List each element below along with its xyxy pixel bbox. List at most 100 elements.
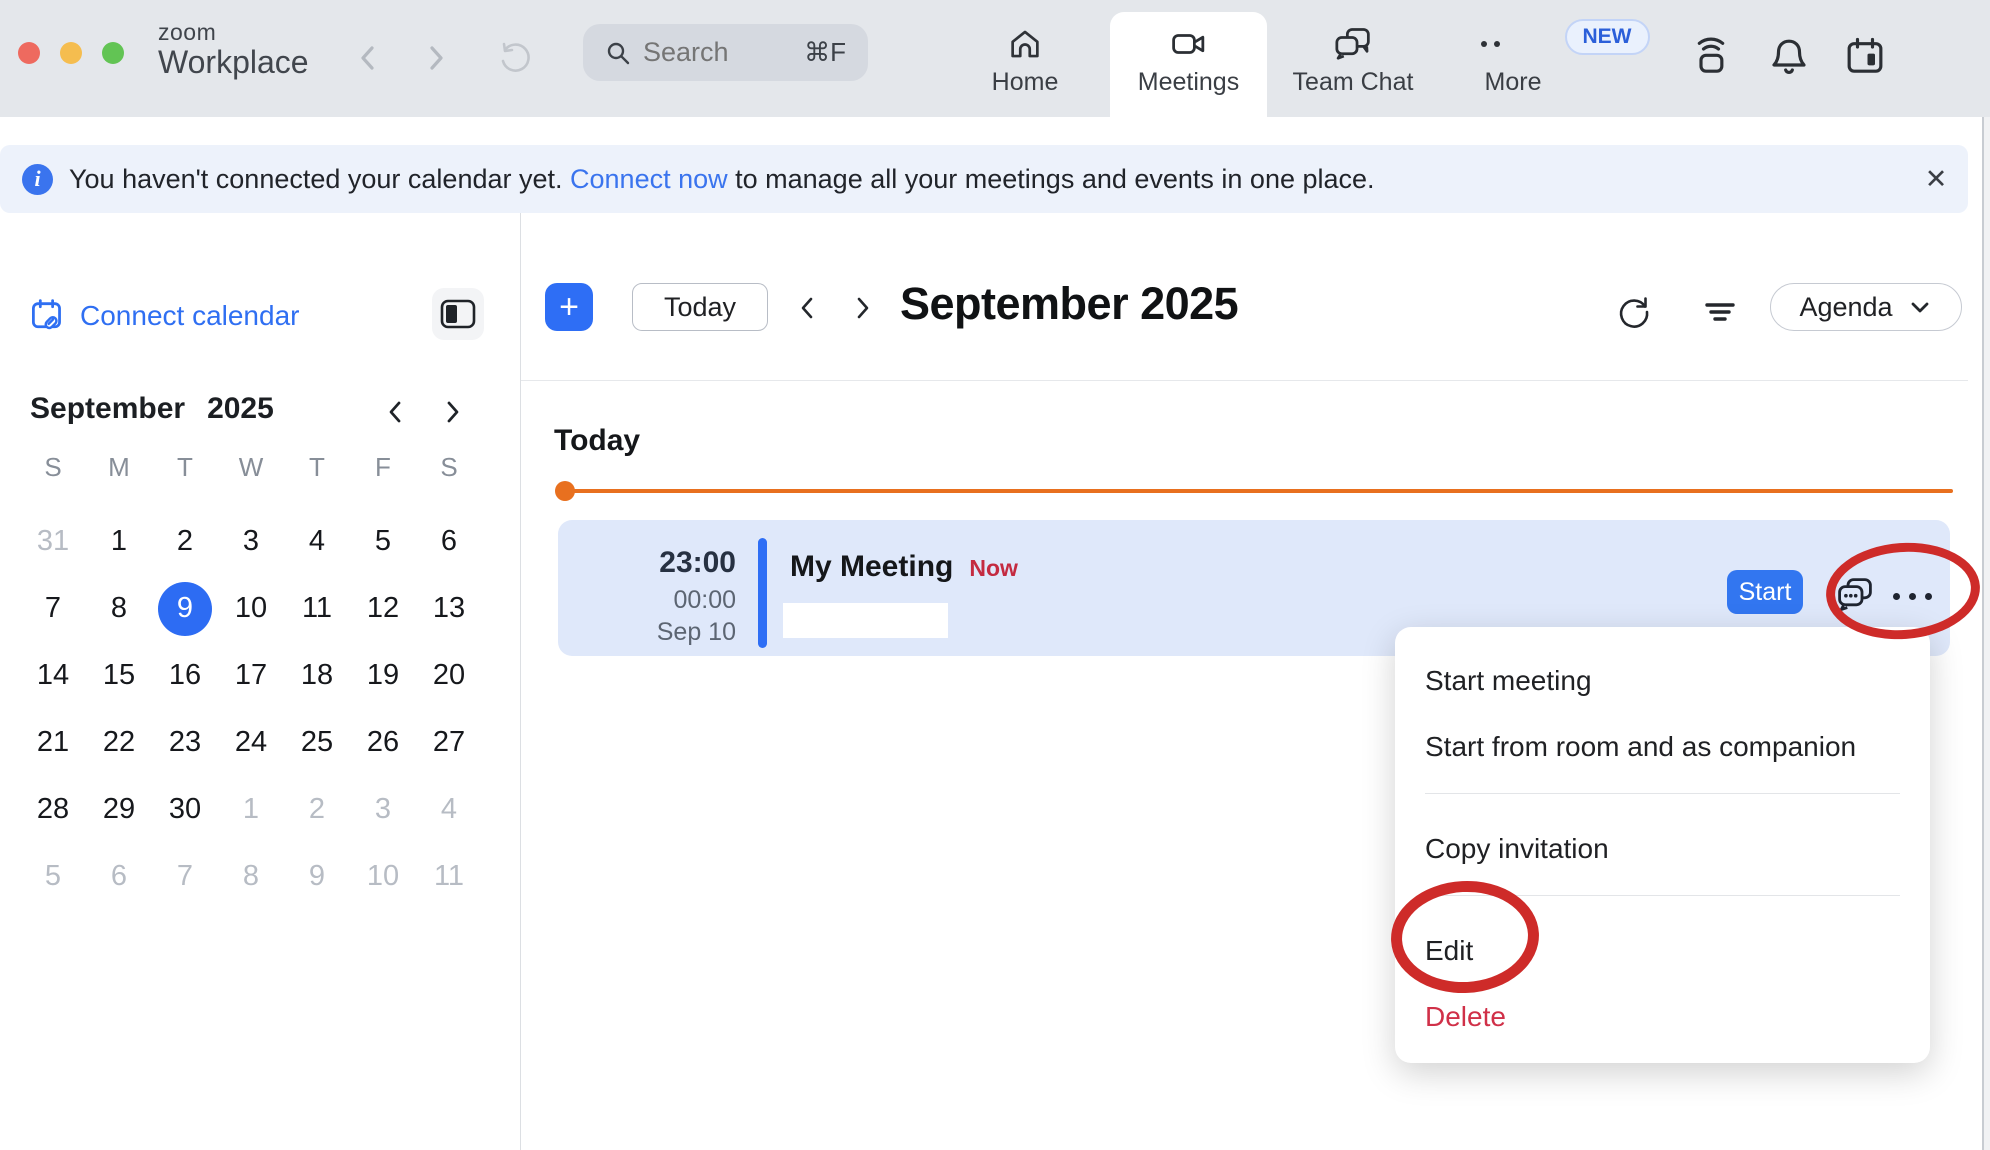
calendar-day[interactable]: 17	[218, 642, 284, 709]
search-icon	[605, 40, 631, 66]
close-icon: ✕	[1925, 164, 1948, 194]
calendar-day[interactable]: 11	[284, 575, 350, 642]
calendar-day[interactable]: 21	[20, 709, 86, 776]
meeting-end-date: Sep 10	[558, 618, 736, 647]
nav-back-button[interactable]	[350, 38, 386, 78]
chevron-left-icon	[790, 290, 824, 326]
window-minimize-button[interactable]	[60, 42, 82, 64]
next-period-button[interactable]	[846, 288, 886, 328]
today-button[interactable]: Today	[632, 283, 768, 331]
menu-item-copy-invitation[interactable]: Copy invitation	[1395, 827, 1930, 871]
search-input[interactable]	[643, 37, 792, 68]
calendar-day[interactable]: 13	[416, 575, 482, 642]
calendar-day[interactable]: 10	[218, 575, 284, 642]
menu-item-delete[interactable]: Delete	[1395, 995, 1930, 1039]
calendar-day[interactable]: 1	[218, 776, 284, 843]
connect-calendar-banner: i You haven't connected your calendar ye…	[0, 145, 1968, 213]
calendar-day[interactable]: 28	[20, 776, 86, 843]
connect-now-link[interactable]: Connect now	[570, 164, 728, 194]
tab-more[interactable]: NEW More	[1438, 12, 1588, 117]
menu-item-start-meeting[interactable]: Start meeting	[1395, 659, 1930, 703]
tab-team-chat[interactable]: Team Chat	[1278, 12, 1428, 117]
notifications-button[interactable]	[1764, 32, 1814, 82]
calendar-link-icon	[28, 296, 68, 336]
day-header: W	[218, 452, 284, 483]
meeting-color-bar	[758, 538, 767, 648]
mini-calendar-grid: 31 1 2 3 4 5 6 7 8 9 10 11 12 13 14 15 1…	[20, 508, 482, 910]
calendar-day[interactable]: 11	[416, 843, 482, 910]
calendar-day[interactable]: 7	[152, 843, 218, 910]
calendar-day[interactable]: 3	[218, 508, 284, 575]
history-button[interactable]	[492, 36, 536, 80]
calendar-day[interactable]: 5	[350, 508, 416, 575]
mini-calendar-prev-button[interactable]	[380, 394, 420, 430]
connect-calendar-button[interactable]: Connect calendar	[28, 296, 299, 336]
share-to-device-button[interactable]	[1686, 32, 1736, 82]
calendar-day[interactable]: 18	[284, 642, 350, 709]
tab-more-label: More	[1485, 68, 1542, 97]
prev-period-button[interactable]	[790, 288, 830, 328]
calendar-day[interactable]: 30	[152, 776, 218, 843]
nav-forward-button[interactable]	[418, 38, 454, 78]
sidebar-toggle-button[interactable]	[432, 288, 484, 340]
calendar-day[interactable]: 12	[350, 575, 416, 642]
window-close-button[interactable]	[18, 42, 40, 64]
filter-button[interactable]	[1700, 290, 1744, 334]
calendar-day[interactable]: 3	[350, 776, 416, 843]
calendar-day[interactable]: 6	[416, 508, 482, 575]
calendar-day[interactable]: 19	[350, 642, 416, 709]
meeting-more-options-button[interactable]	[1888, 584, 1936, 608]
calendar-day[interactable]: 29	[86, 776, 152, 843]
new-badge: NEW	[1565, 19, 1650, 55]
app-logo: zoom Workplace	[158, 20, 309, 80]
calendar-day[interactable]: 1	[86, 508, 152, 575]
meeting-end-time: 00:00	[558, 586, 736, 615]
meeting-chat-button[interactable]	[1834, 574, 1876, 616]
calendar-day-selected[interactable]: 9	[152, 575, 218, 642]
calendar-day[interactable]: 7	[20, 575, 86, 642]
calendar-day[interactable]: 23	[152, 709, 218, 776]
calendar-day[interactable]: 27	[416, 709, 482, 776]
start-meeting-button[interactable]: Start	[1727, 570, 1803, 614]
calendar-day[interactable]: 8	[86, 575, 152, 642]
mini-calendar-year: 2025	[207, 392, 274, 425]
view-selector-dropdown[interactable]: Agenda	[1770, 283, 1962, 331]
calendar-day[interactable]: 2	[152, 508, 218, 575]
today-section-label: Today	[554, 424, 640, 458]
calendar-day[interactable]: 10	[350, 843, 416, 910]
window-zoom-button[interactable]	[102, 42, 124, 64]
sidebar-divider	[520, 213, 521, 1150]
tab-home-label: Home	[992, 68, 1059, 97]
mini-calendar-next-button[interactable]	[438, 394, 478, 430]
calendar-day[interactable]: 25	[284, 709, 350, 776]
calendar-day[interactable]: 31	[20, 508, 86, 575]
calendar-day[interactable]: 4	[284, 508, 350, 575]
now-badge: Now	[969, 555, 1018, 581]
new-meeting-button[interactable]: +	[545, 283, 593, 331]
refresh-icon	[1614, 292, 1654, 332]
calendar-day[interactable]: 2	[284, 776, 350, 843]
tab-meetings[interactable]: Meetings	[1110, 12, 1267, 117]
calendar-day[interactable]: 26	[350, 709, 416, 776]
calendar-day[interactable]: 24	[218, 709, 284, 776]
calendar-day[interactable]: 8	[218, 843, 284, 910]
search-bar[interactable]: ⌘F	[583, 24, 868, 81]
meeting-title-row: My MeetingNow	[790, 550, 1018, 584]
calendar-day[interactable]: 22	[86, 709, 152, 776]
menu-item-edit[interactable]: Edit	[1395, 929, 1930, 973]
calendar-day[interactable]: 15	[86, 642, 152, 709]
day-header: F	[350, 452, 416, 483]
calendar-day[interactable]: 4	[416, 776, 482, 843]
calendar-day[interactable]: 14	[20, 642, 86, 709]
calendar-button[interactable]	[1840, 32, 1890, 82]
calendar-day[interactable]: 20	[416, 642, 482, 709]
tab-home[interactable]: Home	[950, 12, 1100, 117]
calendar-day[interactable]: 5	[20, 843, 86, 910]
refresh-button[interactable]	[1614, 290, 1658, 334]
calendar-day[interactable]: 9	[284, 843, 350, 910]
calendar-day[interactable]: 6	[86, 843, 152, 910]
menu-item-start-from-room[interactable]: Start from room and as companion	[1395, 725, 1930, 769]
calendar-day[interactable]: 16	[152, 642, 218, 709]
ellipsis-icon	[1925, 593, 1932, 600]
banner-close-button[interactable]: ✕	[1916, 159, 1956, 199]
